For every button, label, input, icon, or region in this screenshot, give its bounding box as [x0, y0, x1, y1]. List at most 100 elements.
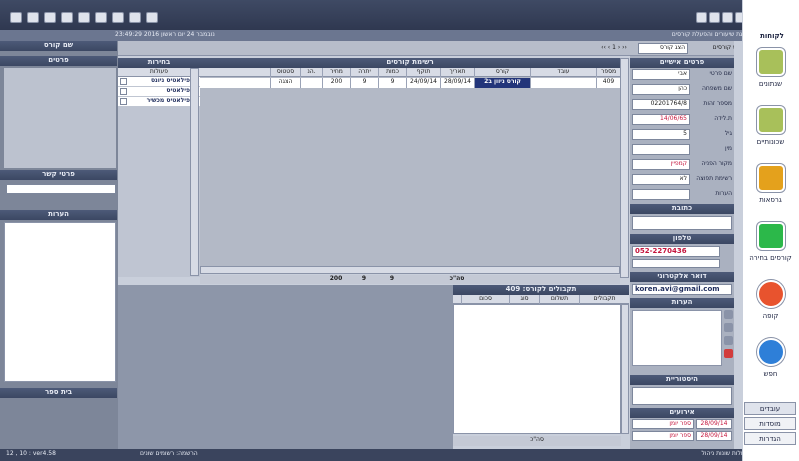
courses-scrollbar[interactable]	[620, 58, 629, 278]
launcher-tab[interactable]: עובדים	[744, 402, 796, 415]
window-control-button[interactable]	[709, 12, 720, 23]
client-field-value[interactable]: כהן	[632, 84, 690, 95]
client-field-value[interactable]: לא	[632, 174, 690, 185]
column-header[interactable]: תאריך	[440, 68, 474, 77]
course-cell-expiry[interactable]: 24/09/14	[406, 78, 440, 88]
activities-scrollbar[interactable]	[190, 68, 199, 276]
client-field-value[interactable]: קמפיין	[632, 159, 690, 170]
window-button[interactable]	[112, 12, 124, 23]
events-header: אירועים	[630, 408, 734, 418]
email-field[interactable]: koren.avi@gmail.com	[632, 284, 732, 295]
window-button[interactable]	[146, 12, 158, 23]
course-cell-qty[interactable]: 9	[378, 78, 406, 88]
column-header[interactable]: עובד	[530, 68, 596, 77]
payments-grid	[453, 304, 621, 434]
grid-icon[interactable]	[724, 336, 733, 345]
column-header[interactable]: קורס	[474, 68, 530, 77]
course-cell-date[interactable]: 28/09/14	[440, 78, 474, 88]
phone-extra[interactable]	[632, 259, 720, 268]
checkbox[interactable]	[120, 78, 127, 85]
payment-column-header[interactable]: תקבולים	[579, 295, 629, 304]
course-cell-num[interactable]: 409	[596, 78, 620, 88]
edit-icon[interactable]	[724, 323, 733, 332]
activities-list: פילאטיס ניונס פילאטיס פילאטיס מכשיר	[118, 68, 200, 277]
history-header: היסטוריית	[630, 375, 734, 385]
payments-columns: תקבולים תשלום סוג סכום	[453, 295, 629, 304]
client-field-label: הערות	[715, 190, 732, 197]
event-desc[interactable]: ספר יומן	[632, 431, 694, 441]
window-button[interactable]	[44, 12, 56, 23]
column-header[interactable]: מחיר	[322, 68, 350, 77]
payments-scrollbar[interactable]	[621, 304, 629, 434]
launcher-item-label: קורסים בחירה	[749, 254, 792, 262]
event-desc[interactable]: ספר יומן	[632, 419, 694, 429]
course-row[interactable]: 409 קורס ניוון ב2 28/09/14 24/09/14 9 9 200 הצג…	[200, 78, 620, 88]
left-bottom-header: בית ספר	[0, 388, 117, 398]
client-field-value[interactable]: 5	[632, 129, 690, 140]
pager[interactable]: ‹‹ ‹ 1 › ››	[590, 44, 638, 53]
launcher-item-label: שכונותיים	[756, 138, 785, 146]
window-button[interactable]	[95, 12, 107, 23]
client-field-value[interactable]: 02201764/8	[632, 99, 690, 110]
activity-item[interactable]: פילאטיס	[118, 87, 200, 97]
search-field[interactable]: הצג קורס	[638, 43, 688, 54]
client-field-value[interactable]: אבי	[632, 69, 690, 80]
column-header[interactable]: כמות	[378, 68, 406, 77]
close-icon[interactable]	[724, 349, 733, 358]
client-field-value[interactable]: 14/06/65	[632, 114, 690, 125]
launcher-item[interactable]: שנתונים	[742, 44, 799, 100]
launcher-item[interactable]: חפש	[742, 334, 799, 390]
launcher-item[interactable]: גרסאות	[742, 160, 799, 216]
courses-hscroll[interactable]	[200, 266, 620, 274]
window-button[interactable]	[27, 12, 39, 23]
window-control-button[interactable]	[722, 12, 733, 23]
window-button[interactable]	[10, 12, 22, 23]
window-button[interactable]	[129, 12, 141, 23]
left-phone-field[interactable]	[6, 184, 116, 194]
column-header[interactable]: מספר	[596, 68, 620, 77]
left-notes-box[interactable]	[4, 222, 116, 382]
activity-item[interactable]: פילאטיס מכשיר	[118, 97, 200, 107]
course-cell-course[interactable]: קורס ניוון ב2	[474, 78, 530, 88]
payment-column-header[interactable]: סכום	[461, 295, 509, 304]
notes-box[interactable]	[632, 310, 722, 366]
course-cell-disc[interactable]	[300, 78, 322, 88]
window-button[interactable]	[61, 12, 73, 23]
attach-icon[interactable]	[724, 310, 733, 319]
column-header[interactable]: יתרה	[350, 68, 378, 77]
launcher-item[interactable]: קורסים בחירה	[742, 218, 799, 274]
activity-item[interactable]: פילאטיס ניונס	[118, 77, 200, 87]
payment-column-header[interactable]: סוג	[509, 295, 539, 304]
lower-area	[118, 285, 453, 449]
date-text: 23:49:29 2016 נובמבר 24 יום ראשון	[115, 31, 215, 38]
phone-field[interactable]: 052-2270436	[632, 246, 720, 257]
window-button[interactable]	[78, 12, 90, 23]
course-cell-balance[interactable]: 9	[350, 78, 378, 88]
left-notes-header: הערות	[0, 210, 117, 220]
column-header[interactable]: הנ.	[300, 68, 322, 77]
launcher-item[interactable]: קופה	[742, 276, 799, 332]
history-box[interactable]	[632, 387, 732, 405]
event-date[interactable]: 28/09/14	[696, 419, 732, 429]
launcher-item-label: גרסאות	[759, 196, 782, 204]
client-field-value[interactable]	[632, 189, 690, 200]
course-cell-worker[interactable]	[530, 78, 596, 88]
payment-column-header[interactable]: תשלום	[539, 295, 579, 304]
course-cell-status[interactable]: הצגה	[270, 78, 300, 88]
checkbox[interactable]	[120, 98, 127, 105]
checkbox[interactable]	[120, 88, 127, 95]
launcher-tab[interactable]: הגדרות	[744, 432, 796, 445]
launcher-item[interactable]: שכונותיים	[742, 102, 799, 158]
client-field-value[interactable]	[632, 144, 690, 155]
event-date[interactable]: 28/09/14	[696, 431, 732, 441]
phone-header: טלפון	[630, 234, 734, 244]
window-control-button[interactable]	[696, 12, 707, 23]
column-header[interactable]: סטטוס	[270, 68, 300, 77]
launcher-tab[interactable]: מוסדות	[744, 417, 796, 430]
course-cell-price[interactable]: 200	[322, 78, 350, 88]
launcher-item-label: חפש	[763, 370, 778, 378]
status-mid: הרשמה: רשומים שונים	[140, 450, 198, 457]
column-header[interactable]: תוקף	[406, 68, 440, 77]
client-field-label: גיל	[724, 130, 732, 137]
address-box[interactable]	[632, 216, 732, 230]
